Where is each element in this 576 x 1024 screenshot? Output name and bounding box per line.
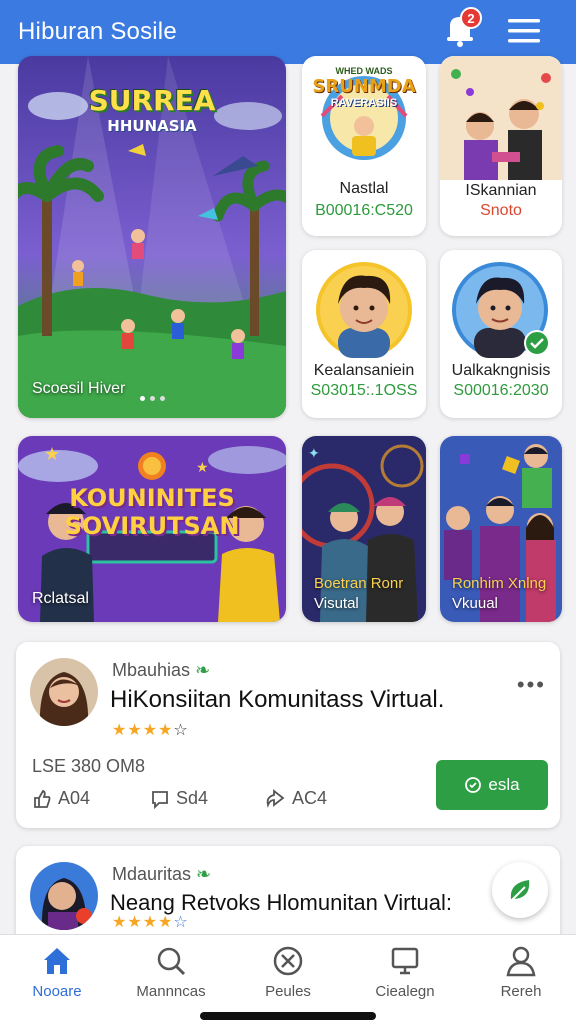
featured-label: Scoesil Hiver — [32, 380, 126, 397]
tile-ronhim[interactable]: Ronhim Xnlng Vkuual — [440, 436, 562, 622]
tile-label: Boetran Ronr Visutal — [314, 575, 404, 612]
tile-label: Ronhim Xnlng Vkuual — [452, 575, 547, 612]
app-title: Hiburan Sosile — [18, 18, 177, 45]
profile-icon — [506, 946, 536, 977]
post-author[interactable]: Mdauritas ❧ — [112, 864, 211, 885]
card-art — [440, 56, 562, 180]
avatar[interactable] — [30, 658, 98, 726]
banner-label: Rclatsal — [32, 590, 89, 607]
svg-text:★: ★ — [44, 444, 60, 464]
share-action[interactable]: AC4 — [264, 788, 327, 809]
app-bar: Hiburan Sosile 2 — [0, 0, 576, 64]
post-action-button[interactable]: esla — [436, 760, 548, 810]
comment-action[interactable]: Sd4 — [150, 788, 208, 809]
monitor-icon — [391, 947, 419, 975]
post-title: HiKonsiitan Komunitass Virtual. — [110, 686, 445, 713]
banner-title-art: KOUNINITES SOVIRUTSAN — [64, 484, 240, 540]
home-icon — [44, 948, 70, 974]
card-name: Kealansaniein — [313, 362, 415, 379]
compose-fab[interactable] — [492, 862, 548, 918]
home-indicator — [200, 1012, 376, 1020]
card-name: Ualkakngnisis — [451, 362, 551, 379]
card-code: S03015:.1OSS — [310, 382, 418, 399]
nav-home[interactable]: Nooare — [2, 945, 112, 1000]
comment-icon — [152, 790, 168, 809]
svg-text:✦: ✦ — [308, 445, 320, 461]
card-code: S00016:2030 — [453, 382, 549, 399]
post-card[interactable]: Mdauritas ❧ Neang Retvoks Hlomunitan Vir… — [16, 846, 560, 946]
card-ualkakngnisis[interactable]: Ualkakngnisis S00016:2030 — [440, 250, 562, 418]
carousel-dots[interactable] — [140, 396, 165, 401]
nav-profile[interactable]: Rereh — [466, 945, 576, 1000]
button-icon — [465, 777, 482, 793]
avatar-illustration — [316, 262, 412, 358]
leaf-icon: ❧ — [195, 660, 211, 680]
star-rating: ★★★★☆ — [112, 722, 189, 739]
notification-badge: 2 — [460, 7, 482, 29]
card-code: B00016:C520 — [315, 202, 413, 219]
more-options-icon[interactable]: ••• — [517, 672, 546, 698]
card-iskannian[interactable]: ISkannian Snoto — [440, 56, 562, 236]
post-card[interactable]: Mbauhias ❧ HiKonsiitan Komunitass Virtua… — [16, 642, 560, 828]
card-nastlal[interactable]: WHED WADS SRUNMDA RAVERASIIS Nastlal B00… — [302, 56, 426, 236]
verified-check-icon — [524, 330, 550, 356]
card-kealansaniein[interactable]: Kealansaniein S03015:.1OSS — [302, 250, 426, 418]
tile-boetran[interactable]: ✦ Boetran Ronr Visutal — [302, 436, 426, 622]
card-name: ISkannian — [465, 182, 537, 199]
avatar[interactable] — [30, 862, 98, 930]
svg-text:★: ★ — [196, 459, 209, 475]
nav-monitor[interactable]: Ciealegn — [350, 945, 460, 1000]
hamburger-menu-icon[interactable] — [506, 16, 542, 46]
post-meta: LSE 380 OM8 — [32, 756, 146, 776]
featured-tile[interactable]: SURREA HHUNASIA Scoesil Hiver — [18, 56, 286, 418]
nav-tools[interactable]: Peules — [233, 945, 343, 1000]
leaf-icon: ❧ — [196, 864, 212, 884]
like-action[interactable]: A04 — [32, 788, 90, 809]
bottom-navigation: Nooare Mannncas Peules Ciealegn Rereh — [0, 934, 576, 1024]
card-name: Nastlal — [339, 180, 389, 197]
featured-title-art: SURREA HHUNASIA — [88, 84, 216, 135]
tools-icon — [273, 946, 303, 976]
leaf-icon — [510, 880, 530, 902]
star-rating: ★★★★☆ — [112, 914, 189, 931]
like-icon — [34, 789, 51, 808]
community-banner-tile[interactable]: ★ ★ KOUNINITES SOVIRUTSAN Rclatsal — [18, 436, 286, 622]
card-code: Snoto — [480, 202, 522, 219]
nav-search[interactable]: Mannncas — [116, 945, 226, 1000]
search-icon — [157, 947, 186, 976]
post-author[interactable]: Mbauhias ❧ — [112, 660, 210, 681]
share-icon — [266, 788, 285, 808]
